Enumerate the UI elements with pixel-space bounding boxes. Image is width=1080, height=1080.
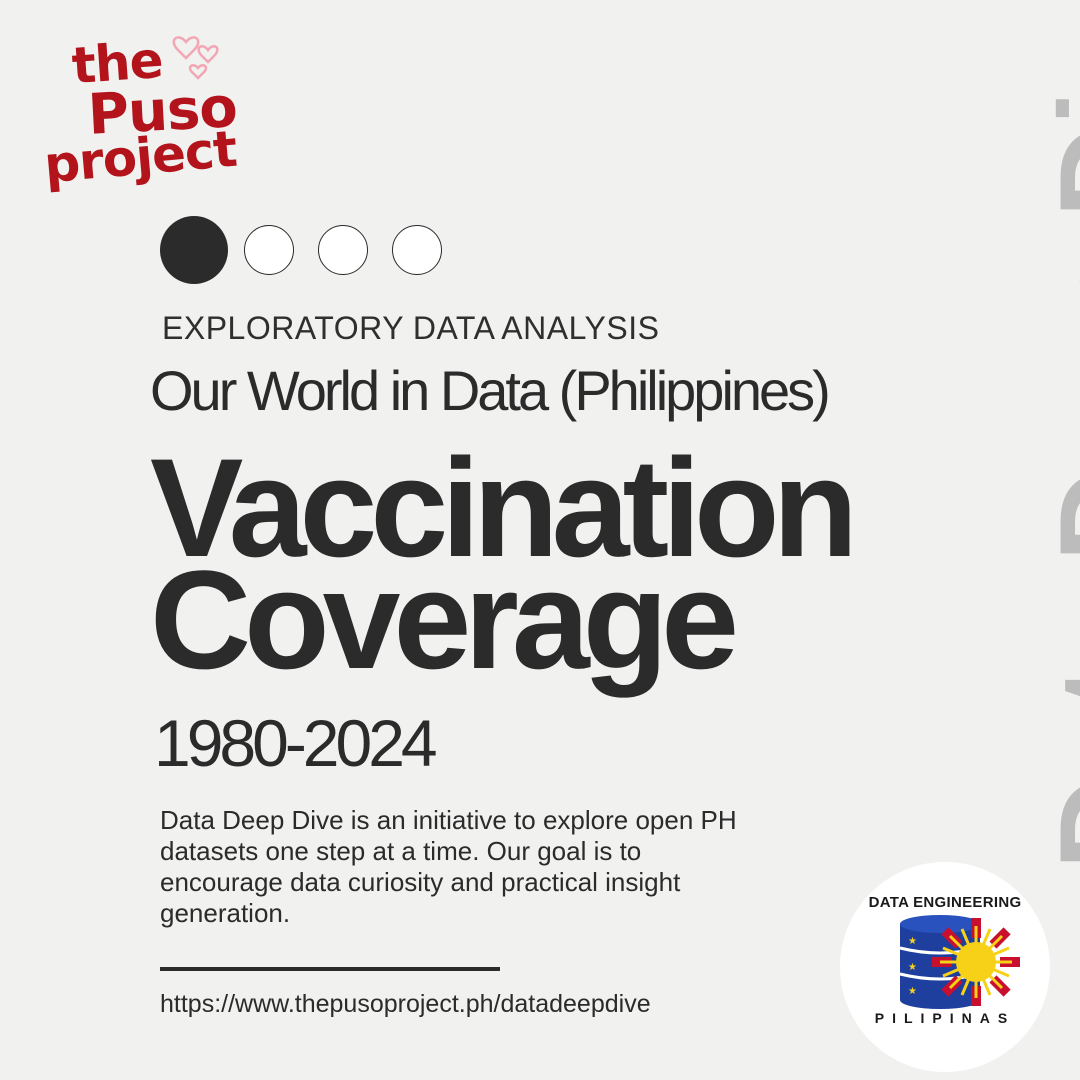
vertical-series-title: Data Deep Dive bbox=[1032, 0, 1080, 870]
svg-text:★: ★ bbox=[908, 962, 917, 973]
year-range: 1980-2024 bbox=[154, 706, 438, 780]
database-sun-icon: ★ ★ ★ bbox=[899, 915, 1020, 1009]
description: Data Deep Dive is an initiative to explo… bbox=[160, 805, 737, 928]
source-title: Our World in Data (Philippines) bbox=[150, 359, 831, 422]
svg-text:★: ★ bbox=[908, 986, 917, 997]
badge-top-text: DATA ENGINEERING bbox=[868, 894, 1022, 911]
pagination-dot[interactable] bbox=[392, 225, 442, 275]
badge-bottom-text: PILIPINAS bbox=[874, 1010, 1016, 1026]
data-engineering-pilipinas-badge: DATA ENGINEERING ★ ★ ★ PILIPINAS bbox=[840, 862, 1050, 1072]
pagination-dot[interactable] bbox=[244, 225, 294, 275]
subheading: EXPLORATORY DATA ANALYSIS bbox=[162, 310, 660, 346]
page-title: Vaccination Coverage bbox=[150, 438, 858, 690]
website-link[interactable]: https://www.thepusoproject.ph/datadeepdi… bbox=[160, 990, 651, 1019]
pagination-dot-active[interactable] bbox=[160, 216, 228, 284]
the-puso-project-logo: the Puso project bbox=[40, 20, 270, 195]
pagination-dot[interactable] bbox=[318, 225, 368, 275]
logo-word-project: project bbox=[41, 119, 239, 195]
divider bbox=[160, 967, 500, 971]
svg-text:★: ★ bbox=[908, 936, 917, 947]
